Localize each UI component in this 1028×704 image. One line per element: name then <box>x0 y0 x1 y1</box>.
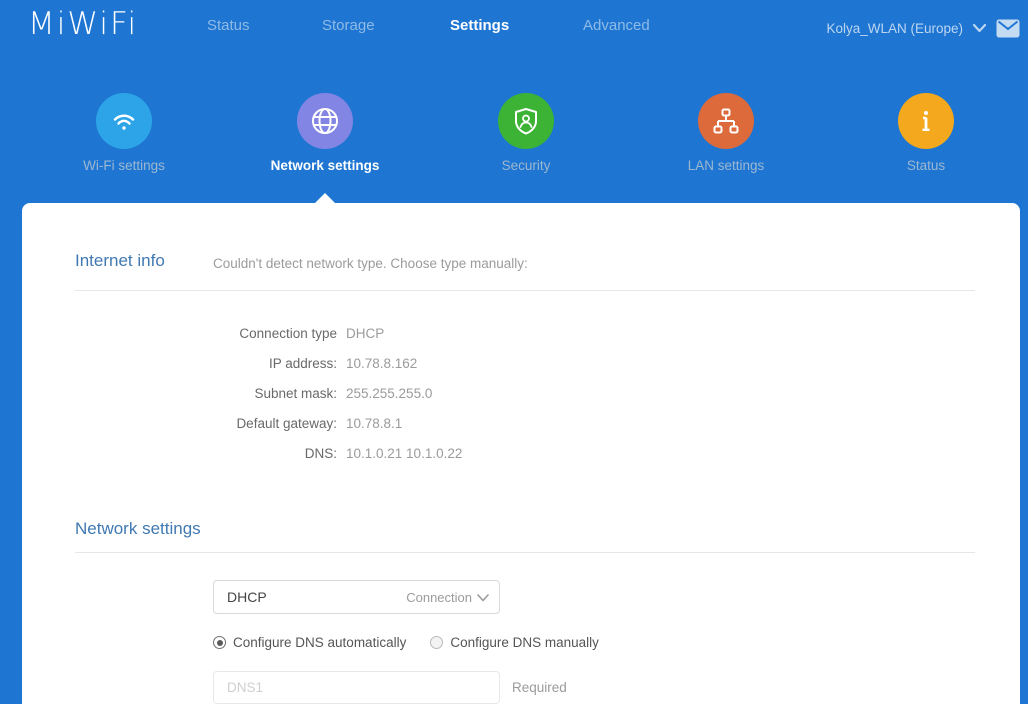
tab-lan-settings[interactable]: LAN settings <box>626 93 826 173</box>
dns1-input[interactable] <box>213 671 500 704</box>
field-label: DNS: <box>22 439 337 469</box>
radio-label: Configure DNS automatically <box>226 635 406 650</box>
info-icon <box>898 93 954 149</box>
globe-icon <box>297 93 353 149</box>
field-label: Default gateway: <box>22 409 337 439</box>
chevron-down-icon[interactable] <box>973 24 986 33</box>
wifi-icon <box>96 93 152 149</box>
info-row-dns: DNS: 10.1.0.21 10.1.0.22 <box>22 439 722 469</box>
divider <box>75 552 975 553</box>
field-value: 10.78.8.162 <box>337 349 417 379</box>
connection-type-select[interactable]: DHCP Connection <box>213 580 500 614</box>
field-value: 255.255.255.0 <box>337 379 432 409</box>
radio-icon <box>213 636 226 649</box>
radio-label: Configure DNS manually <box>443 635 599 650</box>
shield-icon <box>498 93 554 149</box>
select-value: DHCP <box>214 589 406 605</box>
tab-label: Status <box>826 158 1026 173</box>
radio-icon <box>430 636 443 649</box>
radio-dns-manual[interactable]: Configure DNS manually <box>430 635 599 650</box>
select-label: Connection <box>406 590 472 605</box>
chevron-down-icon <box>477 594 489 602</box>
info-row-default-gateway: Default gateway: 10.78.8.1 <box>22 409 722 439</box>
field-label: IP address: <box>22 349 337 379</box>
field-value: 10.78.8.1 <box>337 409 402 439</box>
lan-icon <box>698 93 754 149</box>
panel-notch <box>315 193 335 203</box>
internet-info-title: Internet info <box>75 251 165 271</box>
top-nav-bar: MiWiFi Status Storage Settings Advanced … <box>0 0 1028 56</box>
tab-label: LAN settings <box>626 158 826 173</box>
dns-mode-radio-group: Configure DNS automatically Configure DN… <box>213 635 599 650</box>
nav-status[interactable]: Status <box>207 17 250 34</box>
required-hint: Required <box>512 680 567 695</box>
tab-wifi-settings[interactable]: Wi-Fi settings <box>24 93 224 173</box>
nav-storage[interactable]: Storage <box>322 17 375 34</box>
radio-dns-automatic[interactable]: Configure DNS automatically <box>213 635 406 650</box>
tab-label: Security <box>426 158 626 173</box>
miwifi-logo: MiWiFi <box>28 6 138 42</box>
tab-status[interactable]: Status <box>826 93 1026 173</box>
info-row-subnet-mask: Subnet mask: 255.255.255.0 <box>22 379 722 409</box>
nav-advanced[interactable]: Advanced <box>583 17 650 34</box>
tab-network-settings[interactable]: Network settings <box>225 93 425 173</box>
field-label: Connection type <box>22 319 337 349</box>
field-value: 10.1.0.21 10.1.0.22 <box>337 439 462 469</box>
mail-icon[interactable] <box>996 19 1020 38</box>
internet-info-subtitle: Couldn't detect network type. Choose typ… <box>213 256 528 271</box>
nav-settings[interactable]: Settings <box>450 17 509 34</box>
info-row-connection-type: Connection type DHCP <box>22 319 722 349</box>
tab-label: Network settings <box>225 158 425 173</box>
network-settings-title: Network settings <box>75 519 201 539</box>
divider <box>75 290 975 291</box>
settings-panel: Internet info Couldn't detect network ty… <box>22 203 1020 704</box>
top-right-cluster: Kolya_WLAN (Europe) <box>826 0 1020 56</box>
internet-info-fields: Connection type DHCP IP address: 10.78.8… <box>22 319 722 469</box>
info-row-ip-address: IP address: 10.78.8.162 <box>22 349 722 379</box>
field-value: DHCP <box>337 319 384 349</box>
field-label: Subnet mask: <box>22 379 337 409</box>
tab-security[interactable]: Security <box>426 93 626 173</box>
tab-label: Wi-Fi settings <box>24 158 224 173</box>
router-name-dropdown[interactable]: Kolya_WLAN (Europe) <box>826 21 963 36</box>
